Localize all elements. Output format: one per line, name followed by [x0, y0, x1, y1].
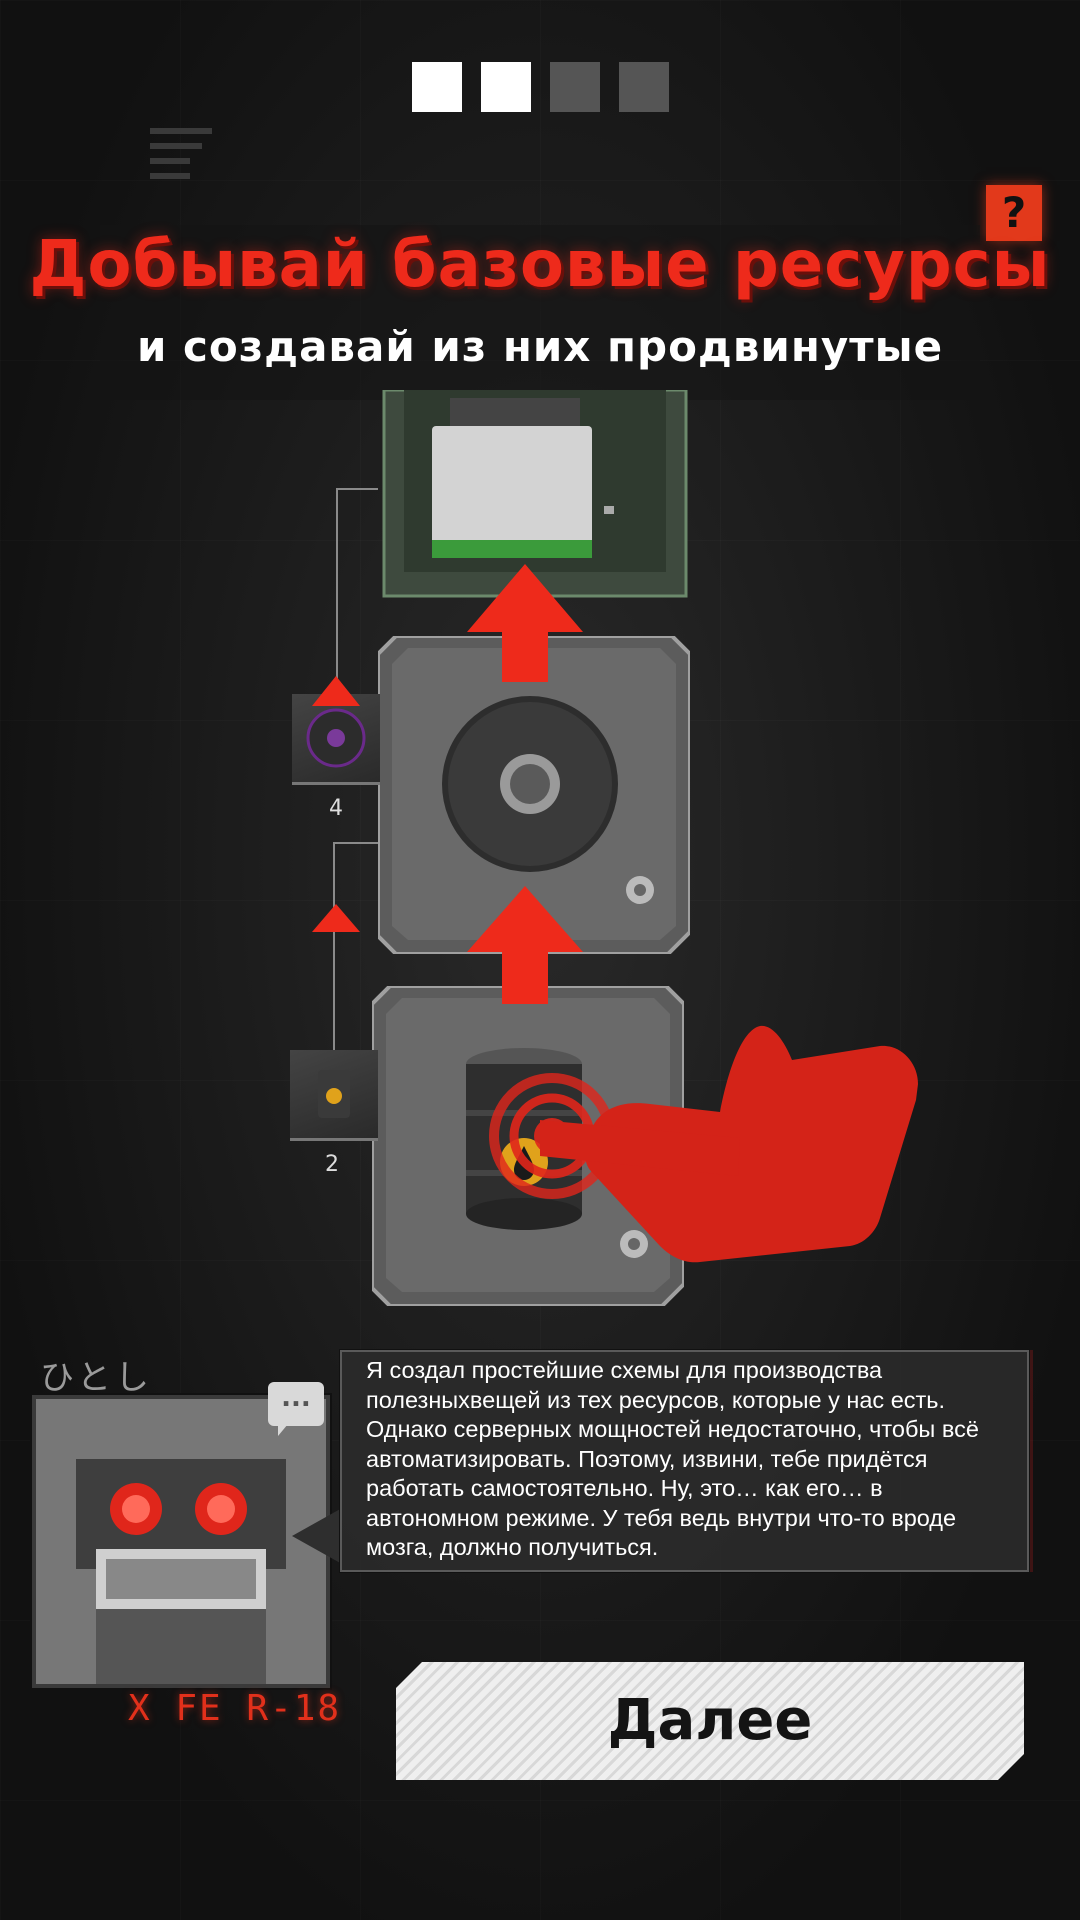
chat-bubble-tail — [278, 1424, 296, 1436]
dialog-pointer — [292, 1508, 342, 1564]
dialog-text: Я создал простейшие схемы для производст… — [366, 1357, 979, 1560]
triangle-up-icon — [312, 676, 360, 932]
next-button-label[interactable]: Далее — [396, 1662, 1024, 1780]
arrow-up-icon — [467, 886, 583, 1004]
pointing-hand-icon — [540, 1025, 918, 1263]
chat-bubble-icon: ... — [268, 1382, 324, 1426]
arrow-up-icon — [467, 564, 583, 682]
character-name: X FE R-18 — [128, 1688, 342, 1729]
character-portrait — [32, 1395, 330, 1688]
speaker-name-jp: ひとし — [40, 1358, 153, 1398]
